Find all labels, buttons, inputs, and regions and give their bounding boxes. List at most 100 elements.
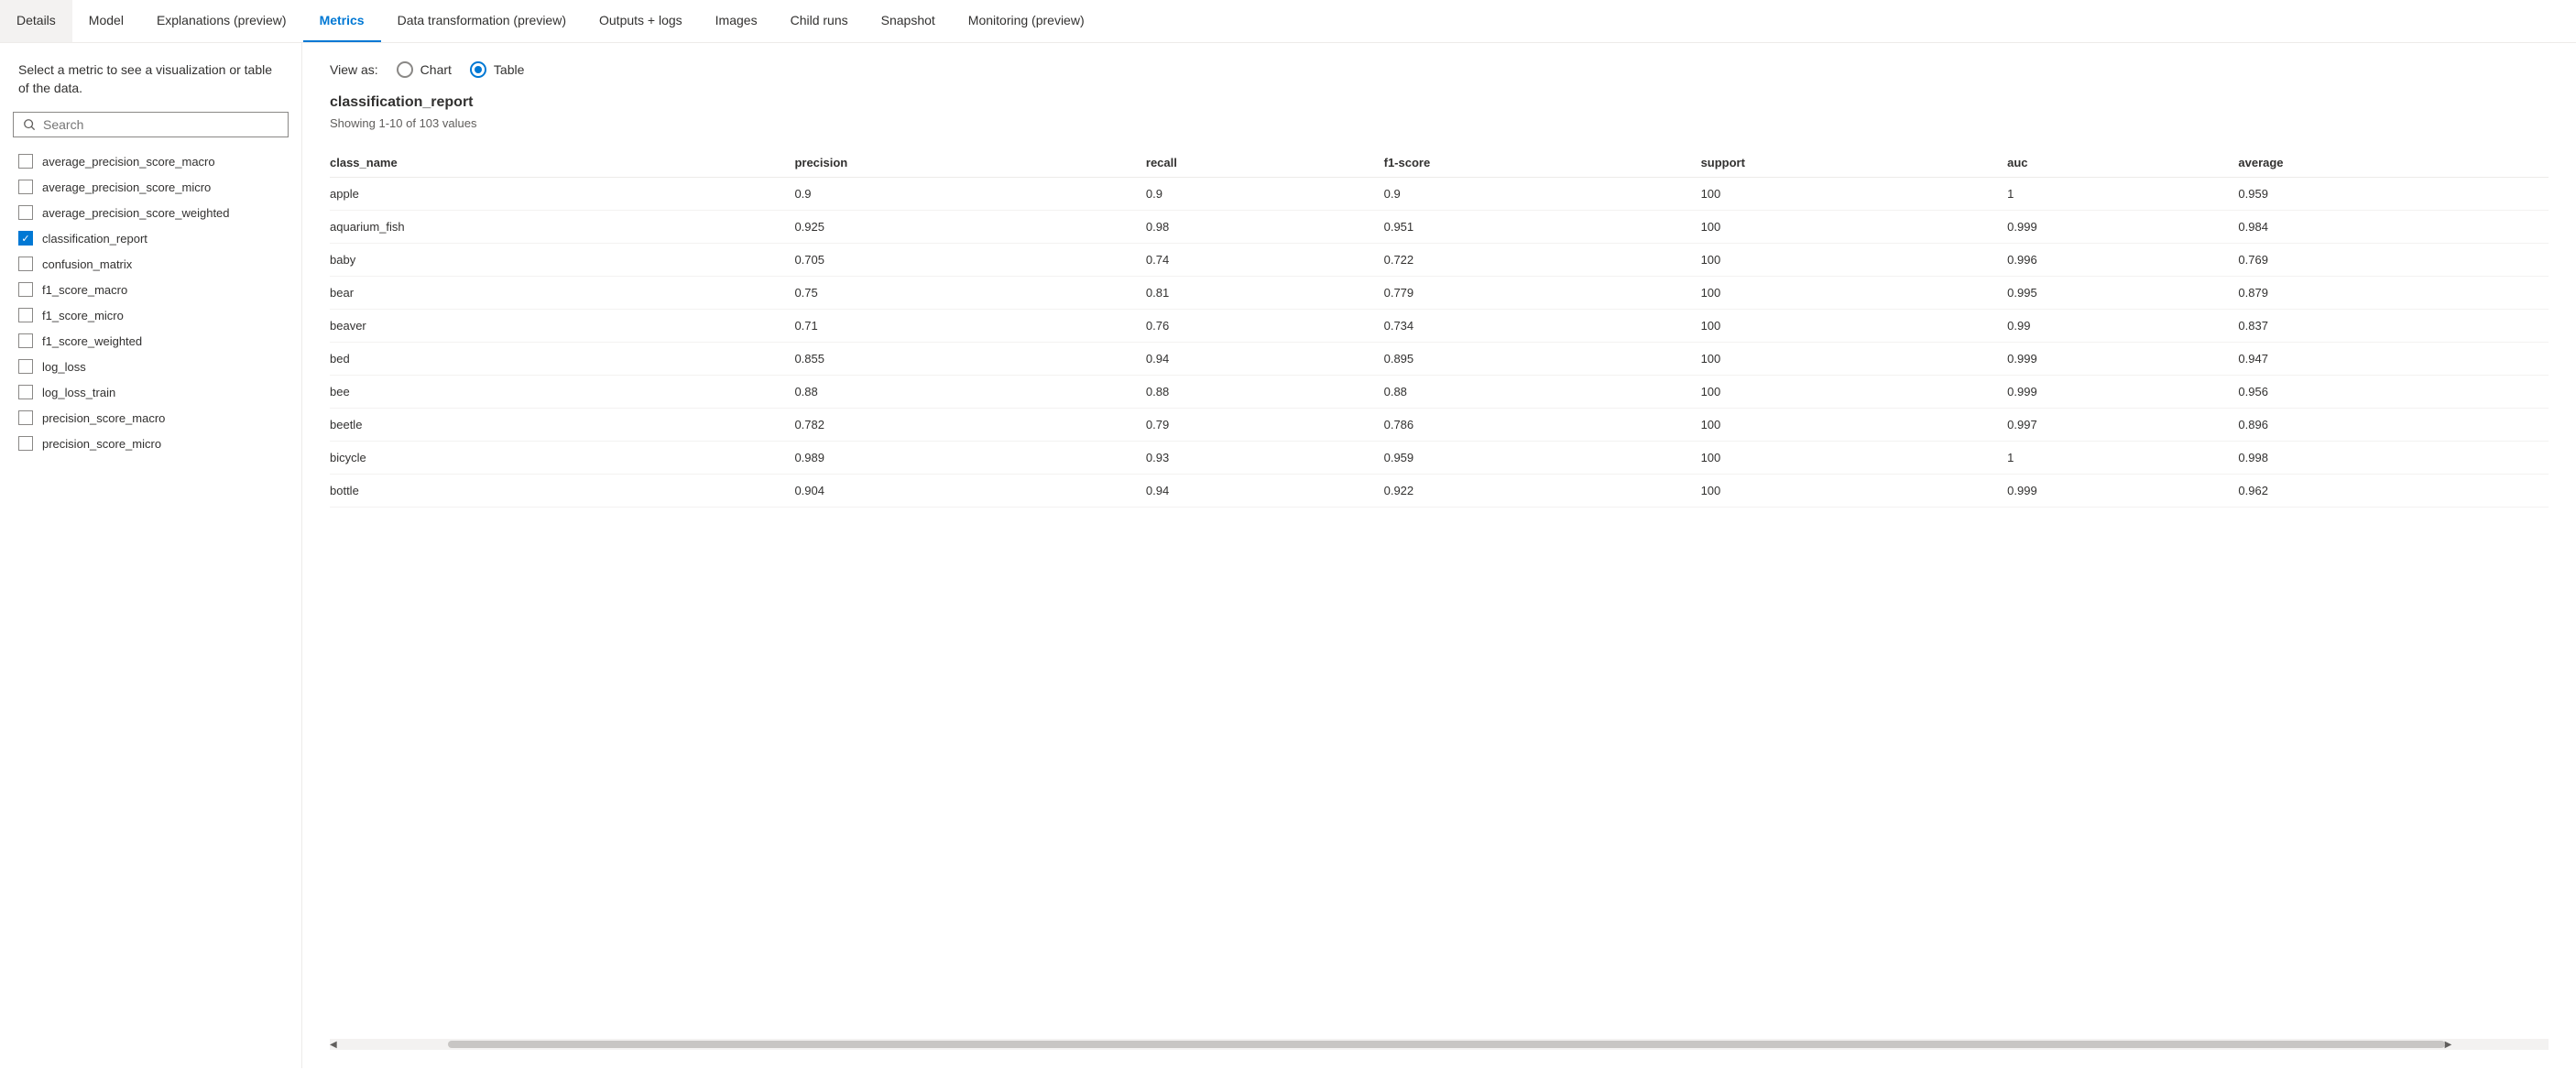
cell-precision-baby: 0.705: [794, 244, 1145, 277]
metric-item-precision_score_micro[interactable]: precision_score_micro: [0, 431, 301, 456]
metric-item-precision_score_macro[interactable]: precision_score_macro: [0, 405, 301, 431]
chart-radio-option[interactable]: Chart: [397, 61, 452, 78]
metric-checkbox-confusion_matrix[interactable]: [18, 257, 33, 271]
table-header: class_nameprecisionrecallf1-scoresupport…: [330, 148, 2549, 178]
cell-recall-apple: 0.9: [1146, 178, 1384, 211]
view-as-label: View as:: [330, 62, 378, 77]
cell-support-aquarium_fish: 100: [1701, 211, 2008, 244]
metric-checkbox-log_loss_train[interactable]: [18, 385, 33, 399]
tab-explanations[interactable]: Explanations (preview): [140, 0, 303, 42]
cell-class-name-apple: apple: [330, 178, 794, 211]
metric-item-avg_precision_weighted[interactable]: average_precision_score_weighted: [0, 200, 301, 225]
cell-recall-beaver: 0.76: [1146, 310, 1384, 343]
tab-child-runs[interactable]: Child runs: [774, 0, 865, 42]
horizontal-scrollbar[interactable]: ◀ ▶: [330, 1039, 2549, 1050]
cell-precision-beaver: 0.71: [794, 310, 1145, 343]
tab-snapshot[interactable]: Snapshot: [865, 0, 952, 42]
tab-images[interactable]: Images: [699, 0, 774, 42]
col-header-average: average: [2238, 148, 2549, 178]
cell-class-name-beaver: beaver: [330, 310, 794, 343]
metric-checkbox-precision_score_micro[interactable]: [18, 436, 33, 451]
cell-auc-bottle: 0.999: [2007, 475, 2238, 508]
cell-recall-bed: 0.94: [1146, 343, 1384, 376]
metric-checkbox-avg_precision_micro[interactable]: [18, 180, 33, 194]
main-content: View as: Chart Table classification_repo…: [302, 43, 2576, 1068]
cell-support-bear: 100: [1701, 277, 2008, 310]
tab-metrics[interactable]: Metrics: [303, 0, 381, 42]
metric-label-avg_precision_micro: average_precision_score_micro: [42, 180, 211, 194]
cell-f1-score-aquarium_fish: 0.951: [1384, 211, 1701, 244]
cell-f1-score-bicycle: 0.959: [1384, 442, 1701, 475]
table-radio-button[interactable]: [470, 61, 486, 78]
cell-precision-beetle: 0.782: [794, 409, 1145, 442]
table-label: Table: [494, 62, 524, 77]
cell-average-beetle: 0.896: [2238, 409, 2549, 442]
cell-support-bicycle: 100: [1701, 442, 2008, 475]
metric-item-avg_precision_macro[interactable]: average_precision_score_macro: [0, 148, 301, 174]
table-row: aquarium_fish0.9250.980.9511000.9990.984: [330, 211, 2549, 244]
cell-class-name-baby: baby: [330, 244, 794, 277]
metric-checkbox-classification_report[interactable]: [18, 231, 33, 246]
cell-recall-aquarium_fish: 0.98: [1146, 211, 1384, 244]
cell-f1-score-apple: 0.9: [1384, 178, 1701, 211]
cell-f1-score-baby: 0.722: [1384, 244, 1701, 277]
cell-precision-bed: 0.855: [794, 343, 1145, 376]
metric-item-f1_score_weighted[interactable]: f1_score_weighted: [0, 328, 301, 354]
cell-class-name-bee: bee: [330, 376, 794, 409]
metric-item-confusion_matrix[interactable]: confusion_matrix: [0, 251, 301, 277]
cell-f1-score-bee: 0.88: [1384, 376, 1701, 409]
metric-checkbox-log_loss[interactable]: [18, 359, 33, 374]
scroll-left-arrow[interactable]: ◀: [330, 1040, 337, 1050]
scroll-right-arrow[interactable]: ▶: [2445, 1040, 2452, 1050]
cell-support-baby: 100: [1701, 244, 2008, 277]
metric-label-confusion_matrix: confusion_matrix: [42, 257, 132, 271]
cell-f1-score-bed: 0.895: [1384, 343, 1701, 376]
table-row: bottle0.9040.940.9221000.9990.962: [330, 475, 2549, 508]
tab-monitoring[interactable]: Monitoring (preview): [952, 0, 1101, 42]
metric-item-avg_precision_micro[interactable]: average_precision_score_micro: [0, 174, 301, 200]
col-header-precision: precision: [794, 148, 1145, 178]
metric-label-log_loss_train: log_loss_train: [42, 386, 115, 399]
cell-recall-bicycle: 0.93: [1146, 442, 1384, 475]
cell-class-name-aquarium_fish: aquarium_fish: [330, 211, 794, 244]
cell-support-apple: 100: [1701, 178, 2008, 211]
col-header-f1-score: f1-score: [1384, 148, 1701, 178]
tab-model[interactable]: Model: [72, 0, 140, 42]
metric-item-log_loss[interactable]: log_loss: [0, 354, 301, 379]
cell-class-name-bear: bear: [330, 277, 794, 310]
metric-checkbox-avg_precision_weighted[interactable]: [18, 205, 33, 220]
metric-label-precision_score_micro: precision_score_micro: [42, 437, 161, 451]
scrollbar-track[interactable]: [448, 1041, 2445, 1048]
metric-checkbox-f1_score_micro[interactable]: [18, 308, 33, 322]
tab-data-transformation[interactable]: Data transformation (preview): [381, 0, 583, 42]
search-box[interactable]: [13, 112, 289, 137]
table-radio-option[interactable]: Table: [470, 61, 524, 78]
table-row: beaver0.710.760.7341000.990.837: [330, 310, 2549, 343]
data-table-wrapper[interactable]: class_nameprecisionrecallf1-scoresupport…: [330, 148, 2549, 1035]
tab-outputs-logs[interactable]: Outputs + logs: [583, 0, 699, 42]
metric-checkbox-f1_score_weighted[interactable]: [18, 333, 33, 348]
cell-average-aquarium_fish: 0.984: [2238, 211, 2549, 244]
chart-radio-button[interactable]: [397, 61, 413, 78]
metric-checkbox-f1_score_macro[interactable]: [18, 282, 33, 297]
metric-label-log_loss: log_loss: [42, 360, 86, 374]
col-header-support: support: [1701, 148, 2008, 178]
table-row: bicycle0.9890.930.95910010.998: [330, 442, 2549, 475]
cell-auc-bee: 0.999: [2007, 376, 2238, 409]
table-row: baby0.7050.740.7221000.9960.769: [330, 244, 2549, 277]
metric-item-f1_score_micro[interactable]: f1_score_micro: [0, 302, 301, 328]
metric-checkbox-precision_score_macro[interactable]: [18, 410, 33, 425]
col-header-recall: recall: [1146, 148, 1384, 178]
chart-label: Chart: [420, 62, 452, 77]
metric-checkbox-avg_precision_macro[interactable]: [18, 154, 33, 169]
table-row: apple0.90.90.910010.959: [330, 178, 2549, 211]
cell-class-name-bicycle: bicycle: [330, 442, 794, 475]
metric-item-log_loss_train[interactable]: log_loss_train: [0, 379, 301, 405]
metric-item-classification_report[interactable]: classification_report: [0, 225, 301, 251]
metric-item-f1_score_macro[interactable]: f1_score_macro: [0, 277, 301, 302]
cell-average-beaver: 0.837: [2238, 310, 2549, 343]
tab-details[interactable]: Details: [0, 0, 72, 42]
cell-precision-bee: 0.88: [794, 376, 1145, 409]
search-input[interactable]: [43, 117, 278, 132]
cell-auc-bicycle: 1: [2007, 442, 2238, 475]
